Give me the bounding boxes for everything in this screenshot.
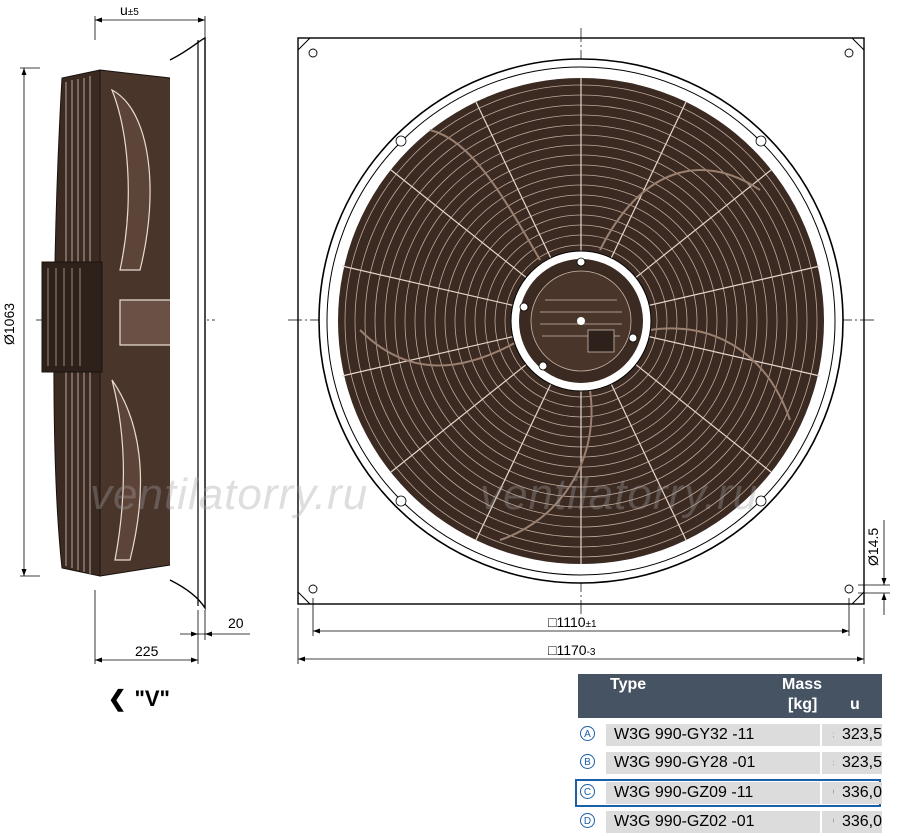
header-type: Type: [610, 676, 647, 693]
row-marker: A: [580, 726, 595, 741]
table-row: D W3G 990-GZ02 -01 61,4 336,0: [578, 811, 884, 833]
watermark: ventilatorry.ru: [90, 470, 369, 519]
view-label: ❮ "V": [108, 686, 170, 712]
table-row: B W3G 990-GY28 -01 55,9 323,5: [578, 752, 884, 774]
view-label-text: "V": [134, 686, 170, 711]
dim-inner-square: □1110±1: [548, 614, 597, 630]
table-header: Type Mass [kg] u: [578, 674, 882, 718]
watermark-2: ventilatorry.ru: [480, 470, 759, 519]
front-view: [288, 28, 890, 664]
side-view: [20, 16, 250, 664]
type-cell: W3G 990-GZ02 -01: [606, 811, 820, 833]
header-mass-unit: [kg]: [788, 696, 818, 713]
header-mass: Mass: [782, 676, 823, 693]
chevron-left-icon: ❮: [108, 686, 127, 711]
row-marker: B: [580, 754, 595, 769]
header-u: u: [850, 696, 860, 713]
type-cell: W3G 990-GY28 -01: [606, 752, 820, 774]
dim-u: u±5: [120, 2, 139, 18]
type-cell: W3G 990-GZ09 -11: [606, 782, 820, 804]
dim-flange: 20: [228, 615, 244, 631]
table-row: A W3G 990-GY32 -11 55,9 323,5: [578, 724, 884, 746]
u-cell: 323,5: [834, 724, 882, 746]
table-row-highlighted: C W3G 990-GZ09 -11 61,4 336,0: [575, 779, 882, 807]
dim-hole: Ø14.5: [865, 528, 881, 566]
row-marker: D: [580, 813, 595, 828]
type-cell: W3G 990-GY32 -11: [606, 724, 820, 746]
dim-diameter: Ø1063: [1, 303, 17, 345]
dim-depth: 225: [135, 643, 159, 659]
dim-outer-square: □1170-3: [548, 642, 596, 658]
u-cell: 336,0: [834, 782, 882, 804]
row-marker: C: [580, 784, 595, 799]
u-cell: 323,5: [834, 752, 882, 774]
u-cell: 336,0: [834, 811, 882, 833]
